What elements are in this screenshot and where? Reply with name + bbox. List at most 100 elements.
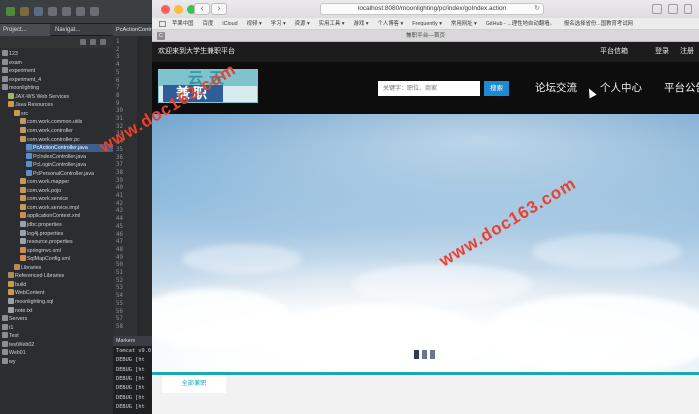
line-number: 4 (116, 62, 120, 69)
run-icon[interactable] (6, 7, 15, 16)
tree-item[interactable]: springmvc.xml (20, 246, 113, 255)
tree-item[interactable]: com.work.mapper (20, 178, 113, 186)
reload-icon[interactable]: ↻ (534, 4, 540, 12)
ide-topbar (0, 0, 152, 24)
tree-item[interactable]: com.work.pojo (20, 186, 113, 195)
register-link[interactable]: 注册 (680, 42, 694, 62)
bookmark-item[interactable]: 苹果中国 (172, 18, 194, 29)
nav-personal-center[interactable]: 个人中心 (600, 78, 642, 98)
tree-item[interactable]: com.work.controller (20, 126, 113, 135)
bookmark-item[interactable]: 实用工具 ▾ (319, 18, 345, 29)
code-editor[interactable]: 1 2 3 4 5 6 7 8 9 30 31 32 33 34 35 36 37 38 39 40 41 42 43 44 4… (113, 36, 152, 336)
tree-item[interactable]: PcLoginController.java (26, 161, 113, 169)
tree-item[interactable]: com.work.service.impl (20, 203, 113, 212)
show-all-bookmarks-icon[interactable] (159, 21, 166, 27)
bookmark-item[interactable]: 报名选择省份...国教育考试网 (564, 18, 633, 29)
tree-item[interactable]: experiment (2, 67, 113, 75)
tree-item[interactable]: PcIndexController.java (26, 152, 113, 161)
tree-item[interactable]: exam (2, 58, 113, 67)
tree-item-icon (20, 229, 26, 236)
tree-item[interactable]: Referenced Libraries (8, 272, 113, 280)
bookmark-item[interactable]: 常用网址 ▾ (451, 18, 477, 29)
tree-item[interactable]: PcPersonalController.java (26, 169, 113, 178)
tree-item[interactable]: JAX-WS Web Services (8, 92, 113, 101)
tab-markers[interactable]: Markers (113, 336, 152, 346)
tab-all-jobs[interactable]: 全部兼职 (162, 375, 226, 393)
tree-item-icon (20, 246, 26, 253)
tree-item[interactable]: com.work.common.utils (20, 118, 113, 126)
close-window-button[interactable] (161, 5, 170, 14)
new-icon[interactable] (48, 7, 57, 16)
tree-item[interactable]: Web01 (2, 349, 113, 357)
search-button[interactable]: 搜索 (484, 81, 509, 96)
tree-item[interactable]: applicationContext.xml (20, 212, 113, 220)
tree-item[interactable]: note.txt (8, 306, 113, 315)
line-number: 39 (116, 177, 123, 184)
tree-item[interactable]: Servers (2, 315, 113, 323)
hero-banner[interactable] (152, 114, 699, 372)
tree-item[interactable]: jdbc.properties (20, 221, 113, 229)
login-link[interactable]: 登录 (655, 42, 669, 62)
open-type-icon[interactable] (90, 7, 99, 16)
carousel-dot[interactable] (430, 350, 435, 359)
nav-forum[interactable]: 论坛交流 (535, 78, 577, 98)
collapse-all-icon[interactable] (80, 39, 86, 45)
tree-item[interactable]: experiment_4 (2, 75, 113, 84)
bookmark-item[interactable]: 资源 ▾ (295, 18, 310, 29)
tree-item[interactable]: log4j.properties (20, 229, 113, 238)
tree-item[interactable]: wy (2, 357, 113, 366)
bookmark-item[interactable]: 个人博客 ▾ (377, 18, 403, 29)
tree-item-icon (2, 323, 8, 330)
tree-item-label: com.work.mapper (27, 179, 70, 186)
tree-item[interactable]: 123 (2, 50, 113, 58)
back-button[interactable]: ‹ (194, 3, 210, 15)
nav-announcements[interactable]: 平台公告 (664, 78, 699, 98)
save-icon[interactable] (62, 7, 71, 16)
tree-item[interactable]: Test (2, 332, 113, 340)
tabs-overview-icon[interactable] (668, 4, 678, 14)
tree-item[interactable]: moonlighting (2, 84, 113, 92)
view-menu-icon[interactable] (100, 39, 106, 45)
search-input[interactable] (378, 81, 480, 96)
share-icon[interactable] (652, 4, 662, 14)
new-tab-icon[interactable] (684, 4, 692, 14)
debug-icon[interactable] (20, 7, 29, 16)
tree-item-icon (8, 101, 14, 108)
tree-item[interactable]: src (14, 109, 113, 118)
active-tab-title[interactable]: 兼职平台—首页 (152, 30, 699, 42)
build-icon[interactable] (76, 7, 85, 16)
bookmark-item[interactable]: Frequently ▾ (412, 18, 442, 29)
tree-item-icon (20, 186, 26, 193)
tree-item[interactable]: moonlighting.sql (8, 297, 113, 306)
address-bar[interactable]: localhost:8080/moonlighting/pc/index/goI… (320, 3, 544, 15)
project-explorer-tree: 123 exam experiment experiment_4 moonlightin… (0, 48, 113, 368)
carousel-dot[interactable] (422, 350, 427, 359)
tab-project-explorer[interactable]: Project... (0, 24, 50, 36)
minimize-window-button[interactable] (174, 5, 183, 14)
bookmark-item[interactable]: iCloud (222, 18, 237, 29)
line-number: 30 (116, 108, 123, 115)
editor-tab[interactable]: PcActionController.java (113, 24, 152, 36)
link-editor-icon[interactable] (90, 39, 96, 45)
tree-item[interactable]: build (8, 280, 113, 289)
tree-item-icon (2, 75, 8, 82)
bookmark-item[interactable]: 学习 ▾ (271, 18, 286, 29)
tree-item[interactable]: com.work.service (20, 195, 113, 203)
bookmark-item[interactable]: GitHub - ...理性地自动翻墙。 (486, 18, 555, 29)
tree-item[interactable]: Libraries (14, 263, 113, 272)
tree-item[interactable]: SqlMapConfig.xml (20, 255, 113, 263)
tab-navigator[interactable]: Navigat... (52, 24, 112, 36)
mailbox-link[interactable]: 平台信箱 (600, 42, 628, 62)
tree-item[interactable]: Java Resources (8, 101, 113, 109)
tree-item[interactable]: t1 (2, 323, 113, 332)
tree-item[interactable]: resource.properties (20, 238, 113, 246)
tree-item[interactable]: testWeb02 (2, 340, 113, 349)
bookmark-item[interactable]: 视频 ▾ (247, 18, 262, 29)
tree-item-icon (20, 195, 26, 202)
forward-button[interactable]: › (211, 3, 227, 15)
bookmark-item[interactable]: 游戏 ▾ (353, 18, 368, 29)
bookmark-item[interactable]: 百度 (203, 18, 214, 29)
search-icon[interactable] (34, 7, 43, 16)
carousel-dot[interactable] (414, 350, 419, 359)
tree-item[interactable]: WebContent (8, 289, 113, 297)
